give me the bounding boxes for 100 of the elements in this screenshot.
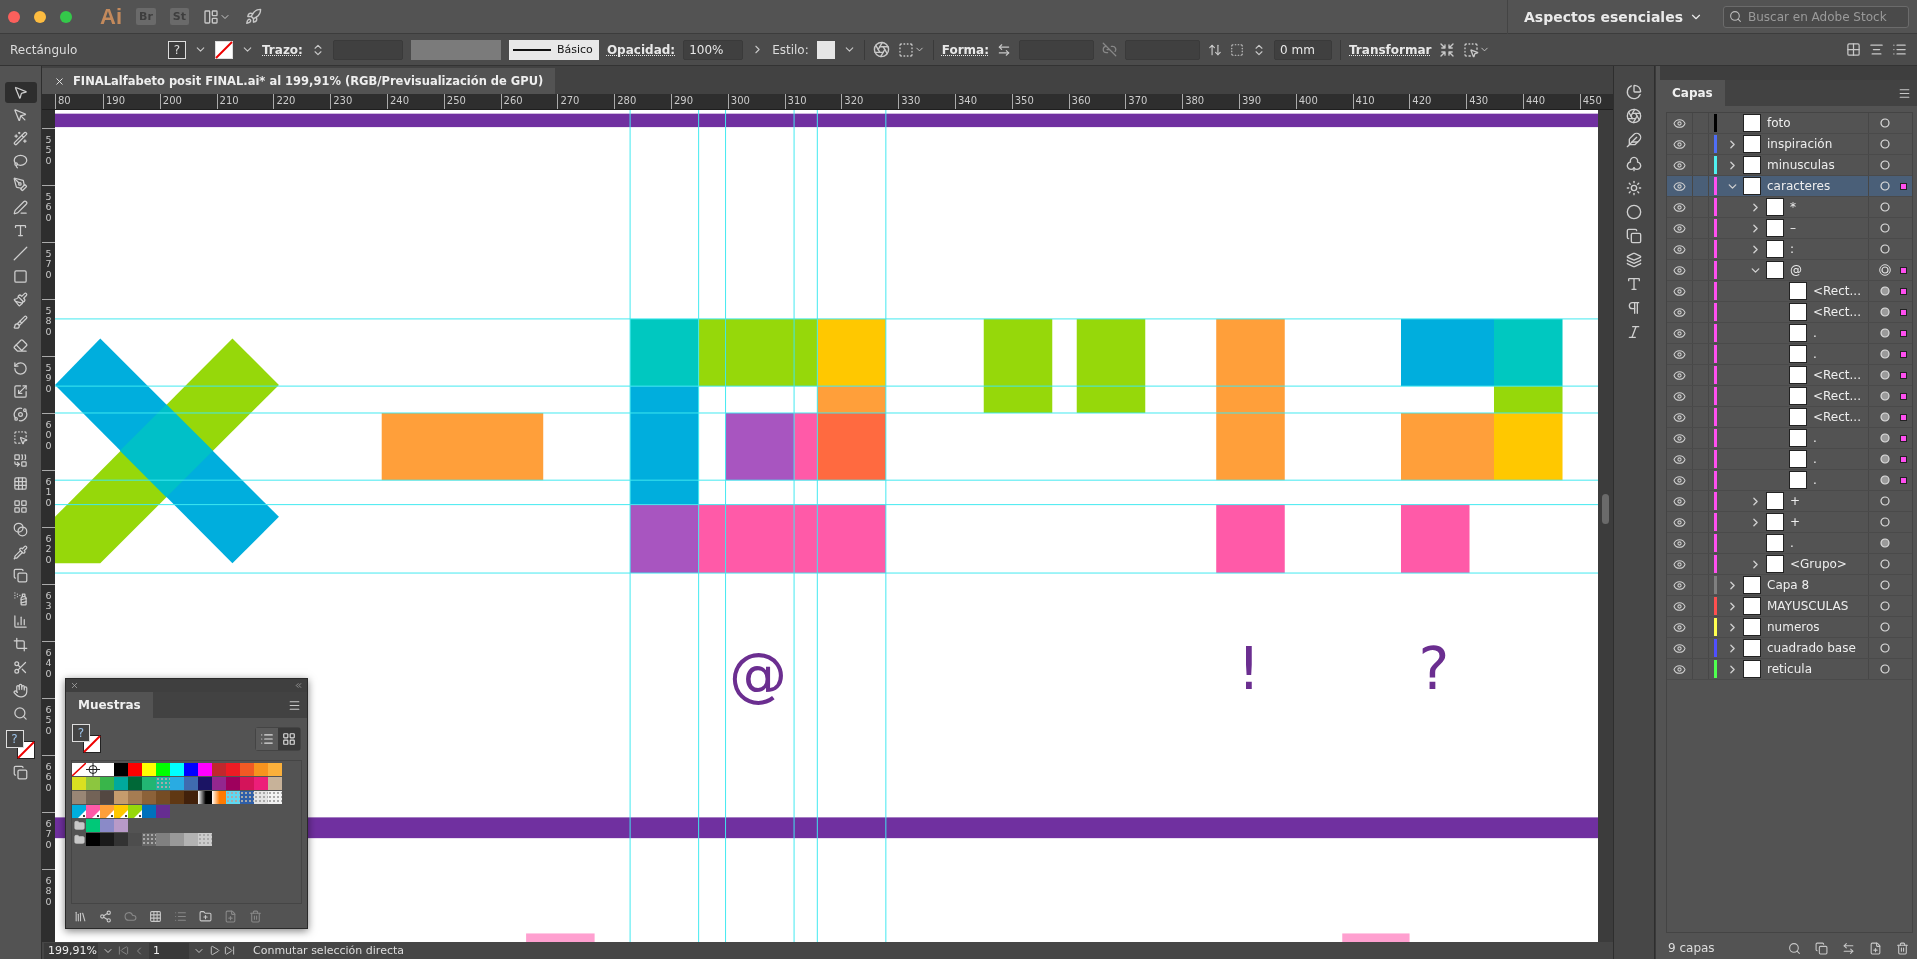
layer-name: foto	[1767, 116, 1792, 130]
ruler-label: 220	[273, 94, 331, 109]
layer-name: *	[1790, 200, 1797, 214]
layer-name: +	[1790, 494, 1802, 508]
layer-row[interactable]: inspiración	[1667, 134, 1912, 155]
corner-radius-field[interactable]: 0 mm	[1274, 39, 1332, 60]
layer-name: .	[1813, 431, 1818, 445]
layer-name: <Rect...	[1813, 410, 1862, 424]
layer-row[interactable]: numeros	[1667, 617, 1912, 638]
ruler-label: 580	[45, 306, 52, 339]
layer-row[interactable]: .	[1667, 344, 1912, 365]
layer-name: .	[1813, 347, 1818, 361]
ruler-label: 370	[1125, 94, 1183, 109]
layer-name: numeros	[1767, 620, 1821, 634]
ruler-label: 430	[1466, 94, 1523, 109]
layer-row[interactable]: –	[1667, 218, 1912, 239]
layer-row[interactable]: .	[1667, 323, 1912, 344]
artboard-field[interactable]: 1	[149, 942, 189, 959]
ruler-label: 550	[45, 135, 52, 168]
ruler-label: 250	[443, 94, 501, 109]
layer-row[interactable]: :	[1667, 239, 1912, 260]
layer-name: <Rect...	[1813, 305, 1862, 319]
ruler-label: 400	[1295, 94, 1353, 109]
workspace-switcher[interactable]: Aspectos esenciales	[1507, 0, 1709, 34]
status-text: Conmutar selección directa	[253, 944, 404, 957]
layer-row[interactable]: *	[1667, 197, 1912, 218]
layer-name: minusculas	[1767, 158, 1836, 172]
panel-tab[interactable]: Muestras	[66, 692, 153, 718]
ruler-label: 210	[216, 94, 274, 109]
ruler-label: 440	[1522, 94, 1580, 109]
ruler-label: 340	[954, 94, 1012, 109]
layer-row[interactable]: <Rect...	[1667, 386, 1912, 407]
ruler-label: 330	[898, 94, 955, 109]
ruler-label: 600	[45, 420, 52, 453]
layer-name: caracteres	[1767, 179, 1832, 193]
layer-row[interactable]: +	[1667, 512, 1912, 533]
ruler-label: 260	[500, 94, 558, 109]
layer-row[interactable]: .	[1667, 470, 1912, 491]
opacity-field[interactable]: 100%	[683, 39, 744, 60]
ruler-label: 590	[45, 363, 52, 396]
layer-name: cuadrado base	[1767, 641, 1857, 655]
ruler-label: 310	[784, 94, 842, 109]
ruler-label: 670	[45, 819, 52, 852]
layer-row[interactable]: <Rect...	[1667, 365, 1912, 386]
zoom-field[interactable]: 199,91%	[44, 942, 98, 959]
layer-row[interactable]: <Grupo>	[1667, 554, 1912, 575]
layer-row[interactable]: .	[1667, 428, 1912, 449]
layer-row[interactable]: foto	[1667, 113, 1912, 134]
document-tab[interactable]: FINALalfabeto posit FINAL.ai* al 199,91% (RGB/Previsualización de GPU)	[42, 68, 556, 94]
ruler-label: 680	[45, 876, 52, 909]
layer-name: @	[1790, 263, 1803, 277]
ruler-label: 280	[614, 94, 671, 109]
layer-name: <Rect...	[1813, 389, 1862, 403]
layer-row[interactable]: .	[1667, 449, 1912, 470]
layer-row[interactable]: @	[1667, 260, 1912, 281]
transform-link[interactable]: Transformar	[1349, 42, 1432, 57]
opacity-label[interactable]: Opacidad:	[606, 42, 676, 57]
layer-row[interactable]: <Rect...	[1667, 281, 1912, 302]
layer-row[interactable]: <Rect...	[1667, 407, 1912, 428]
layer-name: .	[1813, 326, 1818, 340]
ruler-label: 390	[1238, 94, 1296, 109]
ruler-label: 190	[103, 94, 160, 109]
ruler-label: 570	[45, 249, 52, 282]
layer-name: <Grupo>	[1790, 557, 1848, 571]
ruler-label: 350	[1011, 94, 1069, 109]
fill-swatch[interactable]: ?	[5, 730, 24, 748]
layer-name: .	[1790, 536, 1795, 550]
shape-label[interactable]: Forma:	[941, 42, 989, 57]
ruler-label: 650	[45, 705, 52, 738]
layer-count: 9 capas	[1668, 941, 1715, 955]
ruler-label: 240	[387, 94, 444, 109]
search-field[interactable]: Buscar en Adobe Stock	[1723, 5, 1909, 28]
layer-name: MAYUSCULAS	[1767, 599, 1850, 613]
fill-swatch[interactable]: ?	[72, 724, 90, 742]
layer-row[interactable]: caracteres	[1667, 176, 1912, 197]
app-logo: Ai	[100, 3, 122, 30]
layer-row[interactable]: .	[1667, 533, 1912, 554]
style-label: Estilo:	[772, 42, 809, 57]
layer-row[interactable]: <Rect...	[1667, 302, 1912, 323]
ruler-label: 360	[1068, 94, 1126, 109]
ruler-label: 660	[45, 762, 52, 795]
stroke-label[interactable]: Trazo:	[262, 42, 303, 57]
layer-row[interactable]: Capa 8	[1667, 575, 1912, 596]
layer-name: <Rect...	[1813, 368, 1862, 382]
ruler-label: 420	[1409, 94, 1467, 109]
layer-name: reticula	[1767, 662, 1813, 676]
layer-row[interactable]: cuadrado base	[1667, 638, 1912, 659]
ruler-label: 630	[45, 591, 52, 624]
ruler-label: 410	[1352, 94, 1410, 109]
layer-row[interactable]: MAYUSCULAS	[1667, 596, 1912, 617]
ruler-label: 320	[841, 94, 899, 109]
layer-row[interactable]: +	[1667, 491, 1912, 512]
panel-tab[interactable]: Capas	[1660, 80, 1725, 106]
ruler-label: 80	[55, 94, 103, 109]
fill-swatch[interactable]: ?	[168, 40, 186, 59]
layer-name: +	[1790, 515, 1802, 529]
layer-row[interactable]: reticula	[1667, 659, 1912, 680]
brush-picker[interactable]: Básico	[508, 39, 599, 60]
layer-name: –	[1790, 221, 1797, 235]
ruler-label: 380	[1182, 94, 1239, 109]
